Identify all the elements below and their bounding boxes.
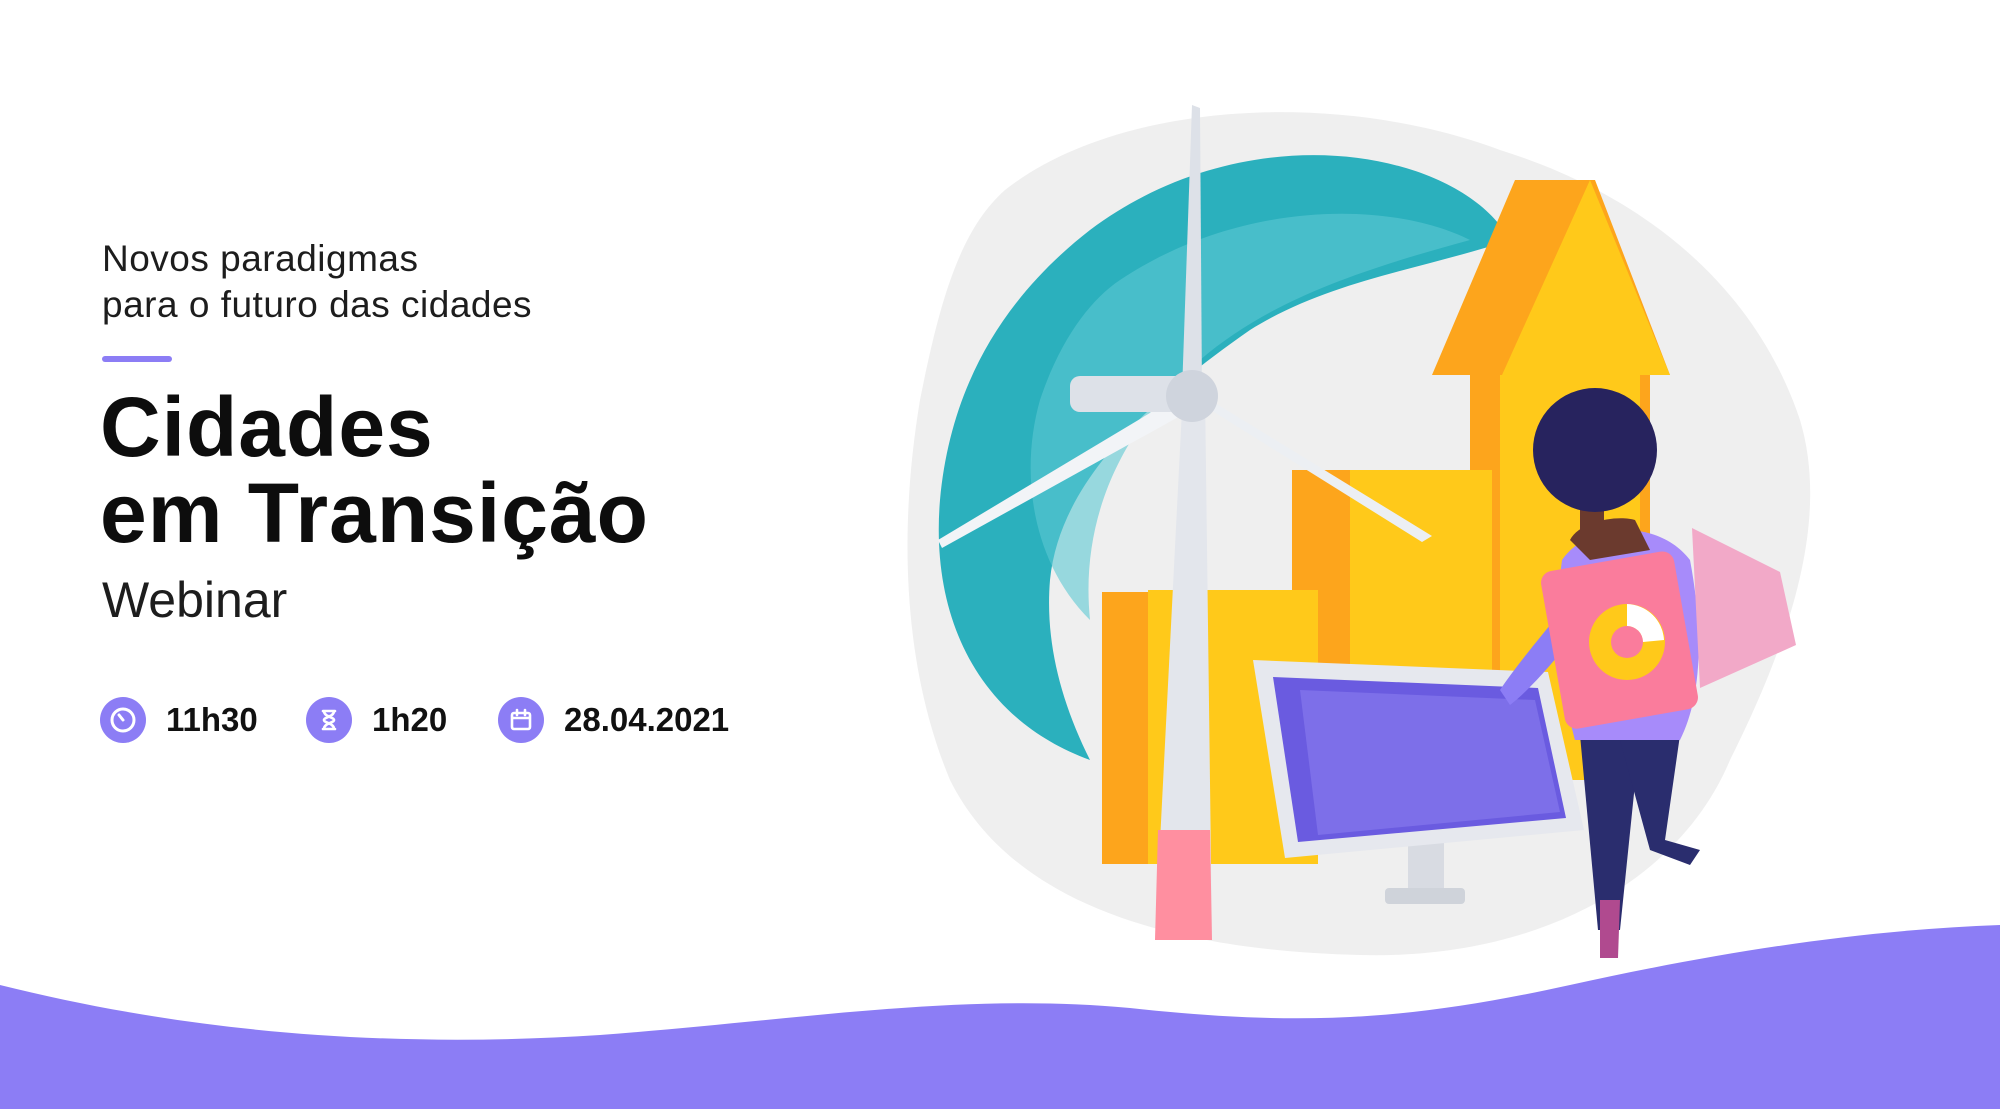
- bar-left-side: [1102, 592, 1148, 864]
- illustration: [0, 105, 2000, 1109]
- footer-wave: [0, 925, 2000, 1109]
